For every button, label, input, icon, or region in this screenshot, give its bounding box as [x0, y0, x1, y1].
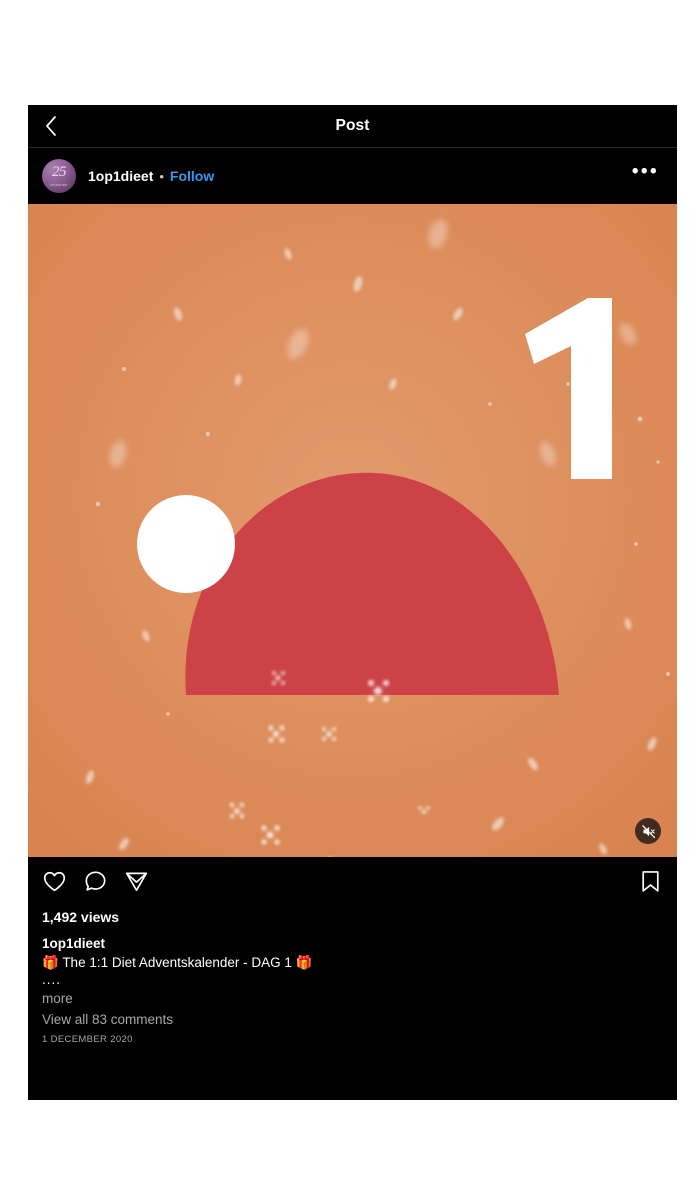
caption-truncation: ....: [42, 972, 62, 987]
chevron-left-icon: [43, 114, 59, 138]
save-button[interactable]: [638, 869, 663, 899]
follow-button[interactable]: Follow: [170, 168, 214, 184]
caption-more-button[interactable]: more: [42, 988, 663, 1009]
view-count: 1,492 views: [42, 909, 120, 925]
header-separator: •: [159, 168, 164, 184]
caption-text: 🎁 The 1:1 Diet Adventskalender - DAG 1 🎁: [42, 955, 313, 970]
comment-button[interactable]: [83, 869, 108, 899]
santa-hat-illustration: [28, 204, 677, 857]
top-navigation-bar: Post: [28, 105, 677, 148]
post-info: 1,492 views 1op1dieet 🎁 The 1:1 Diet Adv…: [28, 903, 677, 1045]
post-date: 1 DECEMBER 2020: [42, 1034, 133, 1045]
post-action-bar: [28, 857, 677, 903]
avatar[interactable]: 25 celebrate: [42, 159, 76, 193]
speaker-muted-icon: [641, 824, 656, 839]
like-button[interactable]: [42, 869, 67, 899]
post-author-header: 25 celebrate 1op1dieet • Follow •••: [28, 148, 677, 204]
avatar-subtext: celebrate: [50, 183, 68, 187]
page-title: Post: [335, 117, 370, 134]
author-username[interactable]: 1op1dieet: [88, 168, 153, 184]
share-paper-plane-icon: [124, 869, 149, 899]
comment-bubble-icon: [83, 869, 108, 899]
share-button[interactable]: [124, 869, 149, 899]
caption-username[interactable]: 1op1dieet: [42, 935, 663, 953]
bookmark-icon: [638, 869, 663, 899]
heart-icon: [42, 869, 67, 899]
view-comments-link[interactable]: View all 83 comments: [42, 1009, 663, 1031]
instagram-post-screen: Post 25 celebrate 1op1dieet • Follow •••: [28, 105, 677, 1100]
avatar-text: 25: [52, 164, 67, 180]
post-options-button[interactable]: •••: [632, 162, 659, 185]
mute-toggle-button[interactable]: [635, 818, 661, 844]
post-media[interactable]: [28, 204, 677, 857]
back-button[interactable]: [28, 105, 74, 148]
